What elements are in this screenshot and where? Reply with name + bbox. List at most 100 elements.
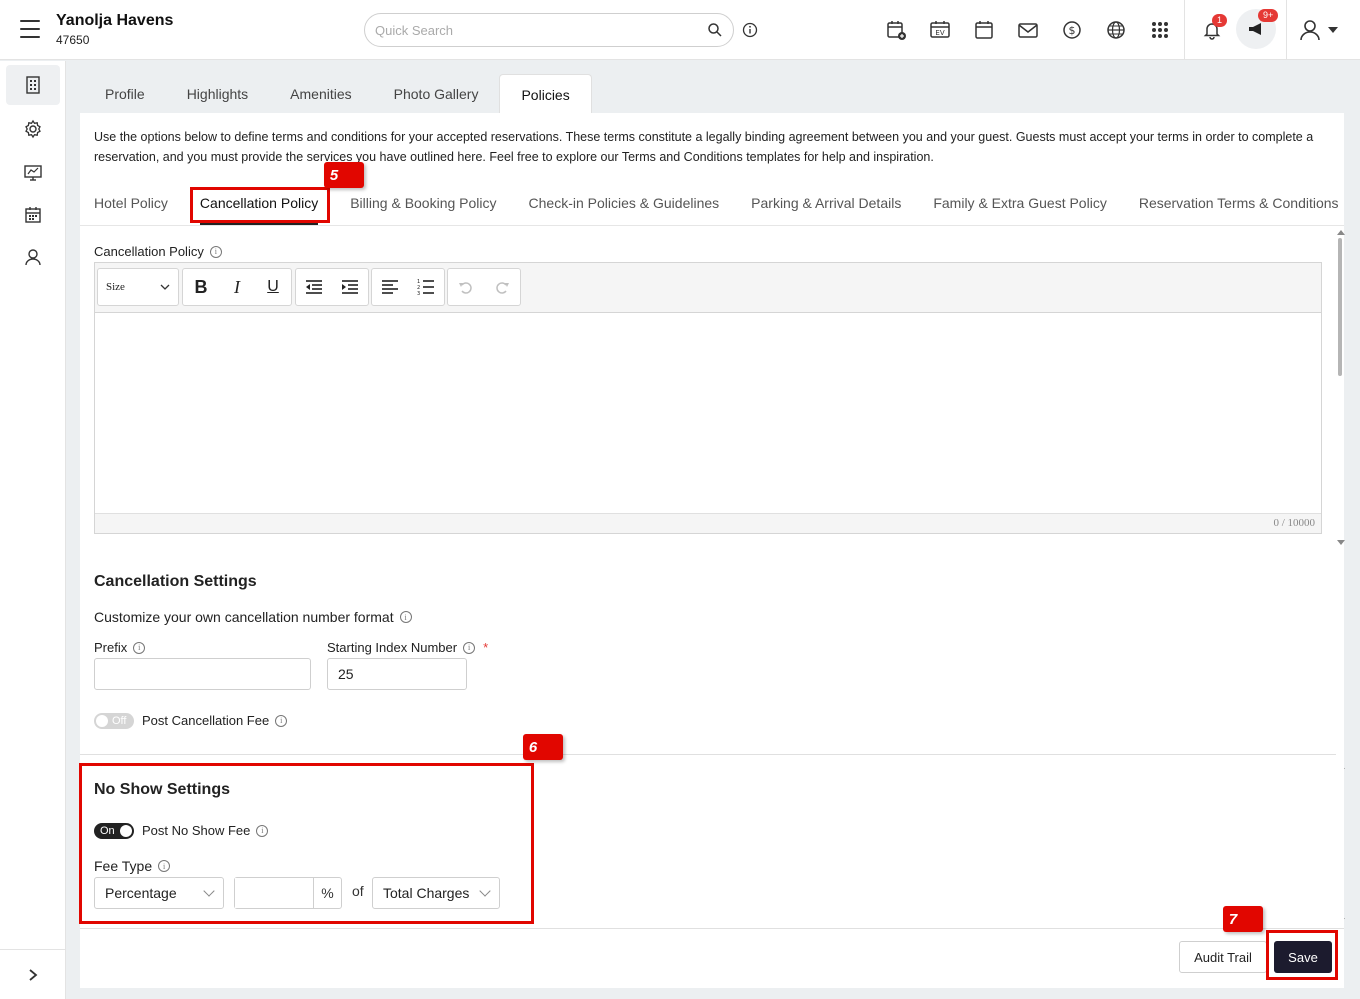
- user-icon: [25, 249, 41, 266]
- outdent-icon[interactable]: [296, 269, 332, 305]
- hotel-id: 47650: [56, 33, 90, 47]
- tab-highlights[interactable]: Highlights: [166, 74, 269, 114]
- sidebar-item-property[interactable]: [6, 65, 60, 105]
- calendar-add-icon[interactable]: [880, 16, 912, 44]
- editor-content-area[interactable]: [95, 313, 1321, 513]
- search-icon[interactable]: [707, 22, 723, 38]
- info-icon[interactable]: i: [275, 714, 288, 727]
- history-group: [447, 268, 521, 306]
- dollar-icon[interactable]: $: [1056, 16, 1088, 44]
- divider: [80, 225, 1344, 226]
- highlight-cancellation-tab: [190, 187, 330, 223]
- tab-policies[interactable]: Policies: [499, 74, 592, 114]
- size-select[interactable]: Size: [97, 268, 179, 306]
- subtab-billing-booking[interactable]: Billing & Booking Policy: [350, 189, 496, 225]
- info-icon[interactable]: i: [399, 611, 412, 623]
- post-cancellation-fee-text: Post Cancellation Fee: [142, 713, 270, 728]
- subtab-family-extra-guest[interactable]: Family & Extra Guest Policy: [933, 189, 1107, 225]
- divider: [1184, 0, 1185, 60]
- info-icon[interactable]: [742, 22, 758, 38]
- indent-icon[interactable]: [332, 269, 368, 305]
- highlight-no-show-settings: [79, 763, 534, 924]
- tab-profile[interactable]: Profile: [84, 74, 166, 114]
- apps-grid-icon[interactable]: [1144, 16, 1176, 44]
- quick-search[interactable]: [364, 13, 734, 47]
- scroll-down-arrow-icon[interactable]: [1337, 540, 1345, 545]
- step-number: 7: [1228, 910, 1238, 928]
- editor-label: Cancellation Policy i: [94, 244, 222, 259]
- start-index-input[interactable]: [327, 658, 467, 690]
- audit-trail-button[interactable]: Audit Trail: [1179, 941, 1267, 973]
- action-footer: Audit Trail Save: [80, 928, 1344, 988]
- top-toolbar: EV $: [880, 16, 1176, 44]
- policies-card: Use the options below to define terms an…: [80, 113, 1344, 553]
- post-cancellation-fee-toggle[interactable]: Off: [94, 713, 134, 729]
- prefix-input[interactable]: [94, 658, 311, 690]
- info-icon[interactable]: i: [133, 641, 146, 654]
- sidebar: [0, 61, 66, 999]
- user-menu[interactable]: [1298, 16, 1348, 44]
- undo-icon[interactable]: [448, 269, 484, 305]
- sidebar-item-calendar[interactable]: [6, 195, 60, 235]
- calendar-icon[interactable]: [968, 16, 1000, 44]
- mail-icon[interactable]: [1012, 16, 1044, 44]
- tab-photo-gallery[interactable]: Photo Gallery: [373, 74, 500, 114]
- size-label: Size: [106, 281, 125, 293]
- align-left-icon[interactable]: [372, 269, 408, 305]
- chevron-right-icon: [29, 968, 38, 981]
- list-group: 123: [371, 268, 445, 306]
- divider: [80, 754, 1336, 755]
- cancellation-format-label: Customize your own cancellation number f…: [94, 609, 412, 625]
- sidebar-item-settings[interactable]: [6, 109, 60, 149]
- start-index-label-text: Starting Index Number: [327, 640, 458, 655]
- underline-icon[interactable]: U: [255, 269, 291, 305]
- menu-icon[interactable]: [20, 20, 40, 38]
- editor-toolbar: Size B I U 123: [95, 263, 1321, 313]
- toggle-knob: [96, 715, 108, 727]
- subtab-hotel-policy[interactable]: Hotel Policy: [94, 189, 168, 225]
- tab-amenities[interactable]: Amenities: [269, 74, 372, 114]
- cancellation-settings-title: Cancellation Settings: [94, 573, 257, 590]
- sidebar-item-users[interactable]: [6, 237, 60, 277]
- prefix-label: Prefix i: [94, 640, 146, 655]
- step-badge-7: 7: [1223, 906, 1263, 932]
- info-icon[interactable]: i: [209, 245, 222, 258]
- redo-icon[interactable]: [484, 269, 520, 305]
- main-tabs: Profile Highlights Amenities Photo Galle…: [84, 74, 592, 114]
- bold-icon[interactable]: B: [183, 269, 219, 305]
- svg-text:EV: EV: [935, 29, 944, 37]
- divider: [1286, 0, 1287, 60]
- gear-icon: [25, 119, 41, 139]
- monitor-icon: [24, 165, 42, 181]
- toggle-state: Off: [112, 715, 127, 727]
- search-input[interactable]: [375, 20, 695, 40]
- subtab-reservation-terms[interactable]: Reservation Terms & Conditions: [1139, 189, 1339, 225]
- svg-text:3: 3: [417, 291, 420, 295]
- info-icon[interactable]: i: [463, 641, 476, 654]
- cancellation-format-text: Customize your own cancellation number f…: [94, 609, 394, 625]
- calendar-grid-icon: [25, 207, 41, 223]
- announcement-badge: 9+: [1258, 9, 1279, 22]
- required-asterisk: *: [483, 640, 489, 655]
- sidebar-expand-button[interactable]: [0, 949, 66, 999]
- format-group: B I U: [182, 268, 292, 306]
- globe-icon[interactable]: [1100, 16, 1132, 44]
- scroll-up-arrow-icon[interactable]: [1337, 230, 1345, 235]
- italic-icon[interactable]: I: [219, 269, 255, 305]
- chevron-down-icon: [160, 284, 170, 290]
- subtab-parking-arrival[interactable]: Parking & Arrival Details: [751, 189, 901, 225]
- ev-calendar-icon[interactable]: EV: [924, 16, 956, 44]
- editor-scrollbar-thumb[interactable]: [1338, 238, 1342, 376]
- svg-text:$: $: [1069, 24, 1076, 37]
- sidebar-item-monitor[interactable]: [6, 153, 60, 193]
- highlight-save-button: [1266, 930, 1338, 980]
- building-icon: [26, 76, 40, 94]
- post-cancellation-fee-label: Post Cancellation Fee i: [142, 713, 288, 728]
- user-icon: [1300, 20, 1320, 41]
- step-badge-5: 5: [324, 162, 364, 188]
- prefix-label-text: Prefix: [94, 640, 128, 655]
- step-number: 5: [329, 166, 339, 184]
- rich-text-editor: Size B I U 123 0 / 10000: [94, 262, 1322, 534]
- numbered-list-icon[interactable]: 123: [408, 269, 444, 305]
- subtab-check-in[interactable]: Check-in Policies & Guidelines: [529, 189, 720, 225]
